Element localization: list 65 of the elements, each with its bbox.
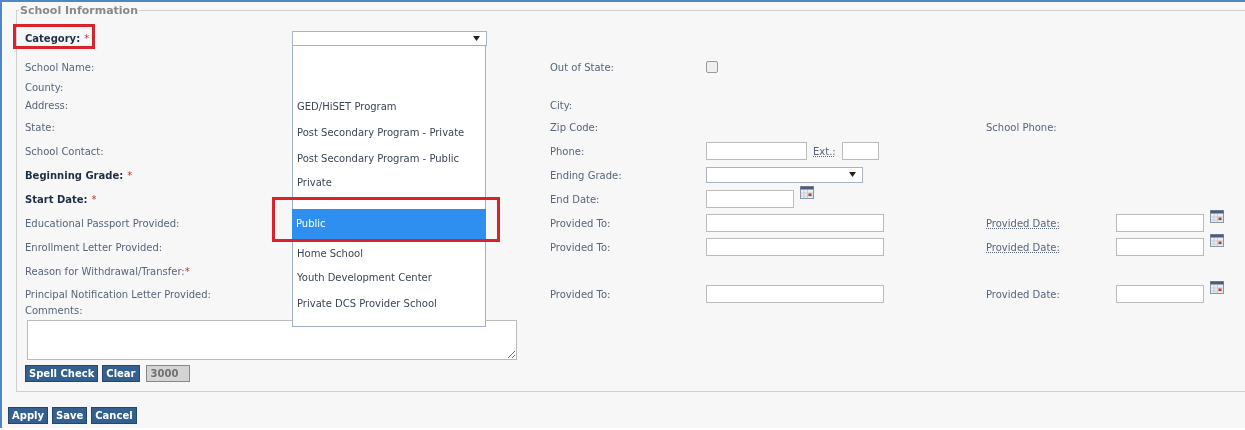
field-link[interactable]: Provided Date: [986,241,1060,253]
input-field[interactable] [706,285,884,303]
dropdown-option[interactable]: GED/HiSET Program [293,94,485,120]
required-mark: * [91,193,97,205]
dropdown-option[interactable]: Private [293,172,485,209]
calendar-icon[interactable] [1210,234,1224,247]
ext-link[interactable]: Ext.: [813,145,836,157]
date-field[interactable] [706,190,794,208]
dropdown-option[interactable]: Post Secondary Program - Public [293,146,485,172]
field-label: School Phone: [986,121,1057,133]
character-counter: 3000 [145,365,190,382]
field-label: Out of State: [550,61,614,73]
checkbox[interactable] [706,61,718,73]
dropdown-option[interactable]: Youth Development Center [293,265,485,291]
field-label: City: [550,100,573,111]
calendar-icon[interactable] [800,186,814,199]
field-link[interactable]: Provided Date: [986,217,1060,229]
dropdown-option[interactable]: Public [292,209,486,239]
field-label: Category: [25,32,81,44]
dropdown-option[interactable]: Home School [293,239,485,265]
field-label: Provided To: [550,241,611,253]
field-label: Zip Code: [550,121,599,133]
field-label: Provided Date: [986,288,1060,300]
comments-field[interactable] [27,320,517,360]
action-button[interactable]: Cancel [91,407,137,424]
input-field[interactable] [841,142,879,160]
input-field[interactable] [706,142,807,160]
action-button[interactable]: Save [52,407,88,424]
field-label: Phone: [550,145,585,157]
field-label: Reason for Withdrawal/Transfer: [25,265,185,277]
calendar-icon[interactable] [1210,281,1224,294]
required-mark: * [84,32,90,44]
action-button[interactable]: Apply [8,407,48,424]
required-mark: * [127,169,133,181]
date-field[interactable] [1116,285,1204,303]
field-label: Address: [25,100,69,111]
field-label: Comments: [25,305,83,316]
dropdown-option[interactable]: Post Secondary Program - Private [293,120,485,146]
caret-icon [473,35,480,41]
field-label: Provided To: [550,217,611,229]
field-label: Beginning Grade: [25,169,124,181]
field-label: Start Date: [25,193,88,205]
field-label: School Name: [25,61,95,73]
input-field[interactable] [706,214,884,232]
field-label: End Date: [550,193,600,205]
field-label: Educational Passport Provided: [25,217,180,229]
date-field[interactable] [1116,214,1204,232]
field-label: County: [25,82,64,93]
calendar-icon[interactable] [1210,210,1224,223]
field-label: Provided To: [550,288,611,300]
field-label: School Contact: [25,145,104,157]
field-label: Ending Grade: [550,169,622,181]
caret-icon [849,172,856,177]
select-field[interactable] [292,30,487,46]
dropdown-option[interactable]: Private DCS Provider School [293,291,485,317]
input-field[interactable] [706,238,884,256]
field-label: Enrollment Letter Provided: [25,241,163,253]
action-button[interactable]: Spell Check [25,365,99,382]
field-label: Principal Notification Letter Provided: [25,288,211,300]
select-field[interactable] [706,167,863,183]
field-label: State: [25,121,55,133]
required-mark: * [184,265,190,277]
section-title: School Information [19,4,139,17]
date-field[interactable] [1116,238,1204,256]
action-button[interactable]: Clear [102,365,140,382]
